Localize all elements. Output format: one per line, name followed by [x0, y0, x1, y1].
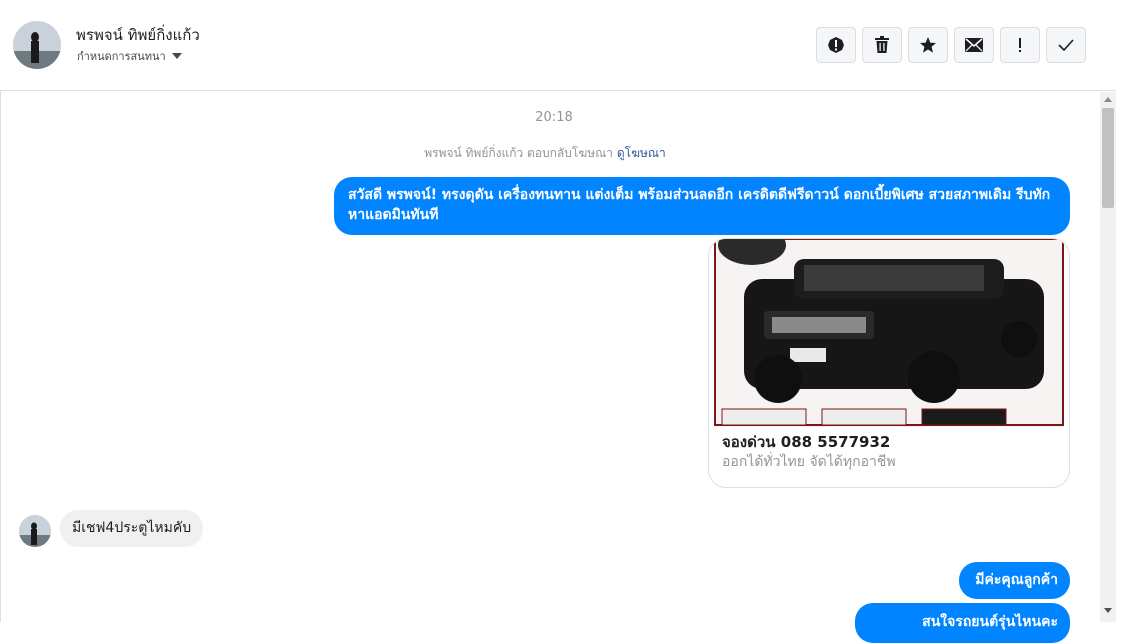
- ad-image[interactable]: [714, 239, 1064, 427]
- trash-icon: [875, 36, 889, 53]
- scroll-down-icon[interactable]: [1104, 608, 1112, 613]
- follow-up-button[interactable]: [1000, 27, 1040, 63]
- exclamation-icon: [1019, 38, 1021, 52]
- message-scrollbar[interactable]: [1100, 92, 1116, 622]
- header-actions: [816, 27, 1086, 63]
- label-menu-text: กำหนดการสนทนา: [77, 50, 166, 63]
- ad-card-subtitle: ออกได้ทั่วไทย จัดได้ทุกอาชีพ: [722, 454, 896, 470]
- ad-card[interactable]: จองด่วน 088 5577932 ออกได้ทั่วไทย จัดได้…: [708, 238, 1070, 488]
- alert-circle-icon: [828, 37, 844, 53]
- sender-avatar[interactable]: [19, 515, 51, 547]
- scroll-up-icon[interactable]: [1104, 97, 1112, 102]
- contact-name[interactable]: พรพจน์ ทิพย์กิ่งแก้ว: [76, 23, 200, 47]
- check-icon: [1058, 39, 1074, 51]
- caret-down-icon: [171, 53, 182, 59]
- left-border: [0, 0, 1, 622]
- star-button[interactable]: [908, 27, 948, 63]
- outgoing-message: มีค่ะคุณลูกค้า: [959, 562, 1070, 599]
- contact-avatar[interactable]: [13, 21, 61, 69]
- conversation-label-menu[interactable]: กำหนดการสนทนา: [77, 47, 182, 65]
- mark-unread-button[interactable]: [954, 27, 994, 63]
- conversation-header: พรพจน์ ทิพย์กิ่งแก้ว กำหนดการสนทนา: [0, 0, 1116, 91]
- scrollbar-thumb[interactable]: [1102, 108, 1114, 208]
- ad-reply-note: พรพจน์ ทิพย์กิ่งแก้ว ตอบกลับโฆษณา ดูโฆษณ…: [0, 144, 1090, 163]
- view-ad-link[interactable]: ดูโฆษณา: [617, 146, 666, 160]
- message-timestamp: 20:18: [535, 110, 573, 125]
- star-icon: [920, 37, 936, 53]
- outgoing-message: สวัสดี พรพจน์! ทรงดุดัน เครื่องทนทาน แต่…: [334, 177, 1070, 235]
- incoming-message: มีเชฟ4ประตูไหมคับ: [60, 510, 204, 547]
- mark-done-button[interactable]: [1046, 27, 1086, 63]
- envelope-icon: [965, 38, 983, 52]
- ad-reply-text: พรพจน์ ทิพย์กิ่งแก้ว ตอบกลับโฆษณา: [424, 146, 614, 160]
- outgoing-message: สนใจรถยนต์รุ่นไหนคะ: [855, 603, 1070, 643]
- mark-spam-button[interactable]: [816, 27, 856, 63]
- delete-button[interactable]: [862, 27, 902, 63]
